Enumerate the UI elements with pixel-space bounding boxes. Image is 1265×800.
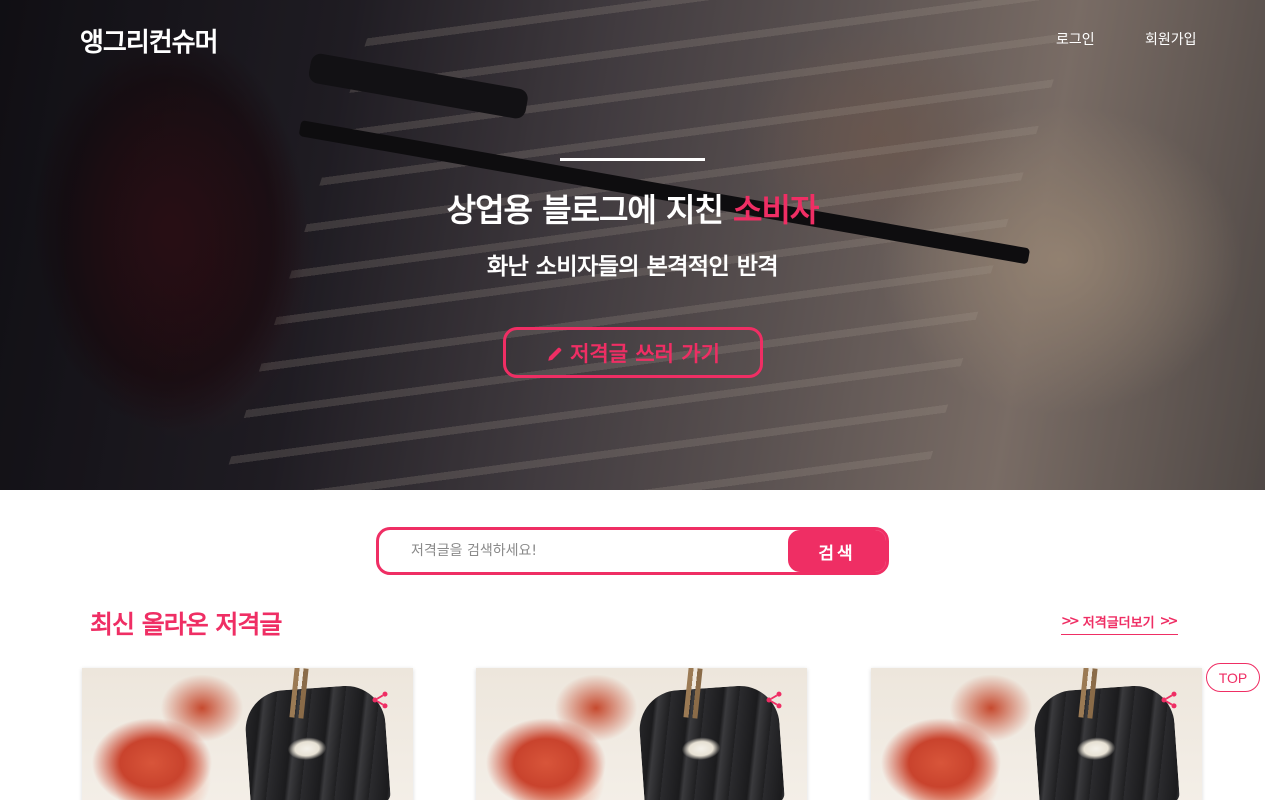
search-button[interactable]: 검색 [788, 530, 886, 572]
more-posts-link[interactable]: >> 저격글더보기 >> [1061, 612, 1179, 635]
pencil-icon [546, 344, 564, 362]
share-icon[interactable] [370, 690, 390, 710]
latest-section-title: 최신 올라온 저격글 [90, 610, 282, 639]
share-icon[interactable] [764, 690, 784, 710]
hero-subtitle: 화난 소비자들의 본격적인 반격 [486, 254, 779, 280]
hero-title-main: 상업용 블로그에 지친 [446, 191, 734, 229]
nav-login-link[interactable]: 로그인 [1056, 29, 1095, 49]
nav-signup-link[interactable]: 회원가입 [1145, 29, 1197, 49]
share-icon[interactable] [1159, 690, 1179, 710]
double-chevron-right-icon: >> [1061, 614, 1080, 629]
search-bar: 검색 [376, 527, 889, 575]
brand-logo[interactable]: 앵그리컨슈머 [80, 22, 219, 59]
search-input[interactable] [379, 530, 788, 572]
more-posts-label: 저격글더보기 [1082, 616, 1155, 631]
post-card-image-detail [1031, 683, 1181, 800]
hero-banner: 앵그리컨슈머 로그인 회원가입 상업용 블로그에 지친 소비자 화난 소비자들의… [0, 0, 1265, 490]
post-card[interactable] [82, 668, 413, 800]
scroll-top-button[interactable]: TOP [1206, 663, 1260, 692]
hero-title: 상업용 블로그에 지친 소비자 [0, 185, 1265, 231]
post-card[interactable] [476, 668, 807, 800]
post-card-image-detail [636, 683, 786, 800]
double-chevron-right-icon: >> [1159, 614, 1179, 629]
hero-divider [560, 158, 705, 161]
post-card[interactable] [871, 668, 1202, 800]
hero-title-accent: 소비자 [733, 191, 819, 229]
post-card-image-detail [242, 683, 392, 800]
hero-overlay [0, 0, 1265, 490]
write-post-button-label: 저격글 쓰러 가기 [570, 341, 720, 366]
write-post-button[interactable]: 저격글 쓰러 가기 [503, 327, 763, 378]
